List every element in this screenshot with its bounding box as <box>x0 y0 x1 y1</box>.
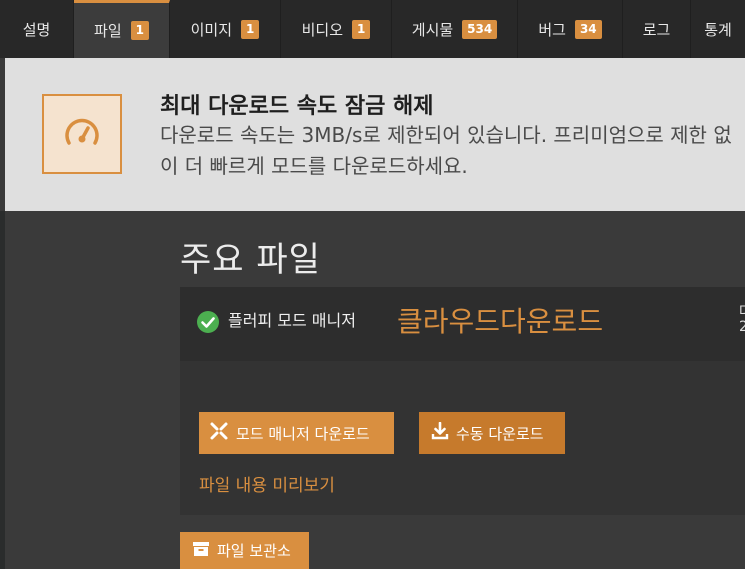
tab-files[interactable]: 파일 1 <box>74 0 170 58</box>
manual-download-button[interactable]: 수동 다운로드 <box>419 412 565 454</box>
mod-manager-download-button[interactable]: 모드 매니저 다운로드 <box>199 412 394 454</box>
tab-label: 버그 <box>538 20 566 39</box>
tab-count-badge: 1 <box>352 19 371 39</box>
file-meta-value: 2 <box>739 319 745 335</box>
tab-stats[interactable]: 통계 <box>691 0 745 58</box>
tab-images[interactable]: 이미지 1 <box>170 0 281 58</box>
tab-label: 통계 <box>704 20 732 39</box>
tab-label: 로그 <box>642 20 671 39</box>
tab-label: 설명 <box>22 20 51 39</box>
tab-count-badge: 1 <box>130 21 149 40</box>
tab-label: 파일 <box>94 22 122 40</box>
file-header: 플러피 모드 매니저 클라우드다운로드 다 2 <box>180 287 745 361</box>
tab-bar: 설명 파일 1 이미지 1 비디오 1 게시물 534 버그 34 로그 통계 <box>0 0 745 58</box>
premium-banner: 최대 다운로드 속도 잠금 해제 다운로드 속도는 3MB/s로 제한되어 있습… <box>5 58 745 211</box>
button-label: 파일 보관소 <box>217 542 291 560</box>
speedometer-icon <box>42 94 122 174</box>
check-circle-icon <box>196 310 220 338</box>
left-edge <box>0 211 5 569</box>
tab-label: 비디오 <box>301 20 344 39</box>
section-title: 주요 파일 <box>180 240 321 280</box>
tab-videos[interactable]: 비디오 1 <box>281 0 392 58</box>
file-name: 플러피 모드 매니저 <box>228 311 356 330</box>
tab-label: 이미지 <box>190 20 233 39</box>
mod-manager-icon <box>209 421 236 445</box>
button-label: 수동 다운로드 <box>456 424 544 443</box>
file-meta-label: 다 <box>739 301 745 321</box>
tab-logs[interactable]: 로그 <box>623 0 691 58</box>
archive-icon <box>192 541 217 561</box>
file-preview-link[interactable]: 파일 내용 미리보기 <box>199 471 335 496</box>
button-label: 모드 매니저 다운로드 <box>236 424 370 443</box>
download-icon <box>431 421 456 444</box>
file-body: 모드 매니저 다운로드 수동 다운로드 파일 내용 미리보기 <box>180 361 745 515</box>
tab-count-badge: 1 <box>241 19 260 39</box>
cloud-download-link[interactable]: 클라우드다운로드 <box>397 300 603 340</box>
tab-count-badge: 534 <box>462 19 498 39</box>
tab-count-badge: 34 <box>574 19 602 39</box>
tab-bugs[interactable]: 버그 34 <box>518 0 623 58</box>
tab-label: 게시물 <box>411 20 454 39</box>
banner-title: 최대 다운로드 속도 잠금 해제 <box>160 94 434 119</box>
banner-text: 다운로드 속도는 3MB/s로 제한되어 있습니다. 프리미엄으로 제한 없이 … <box>160 123 732 178</box>
tab-posts[interactable]: 게시물 534 <box>392 0 518 58</box>
file-archive-button[interactable]: 파일 보관소 <box>180 532 309 569</box>
tab-description[interactable]: 설명 <box>0 0 74 58</box>
